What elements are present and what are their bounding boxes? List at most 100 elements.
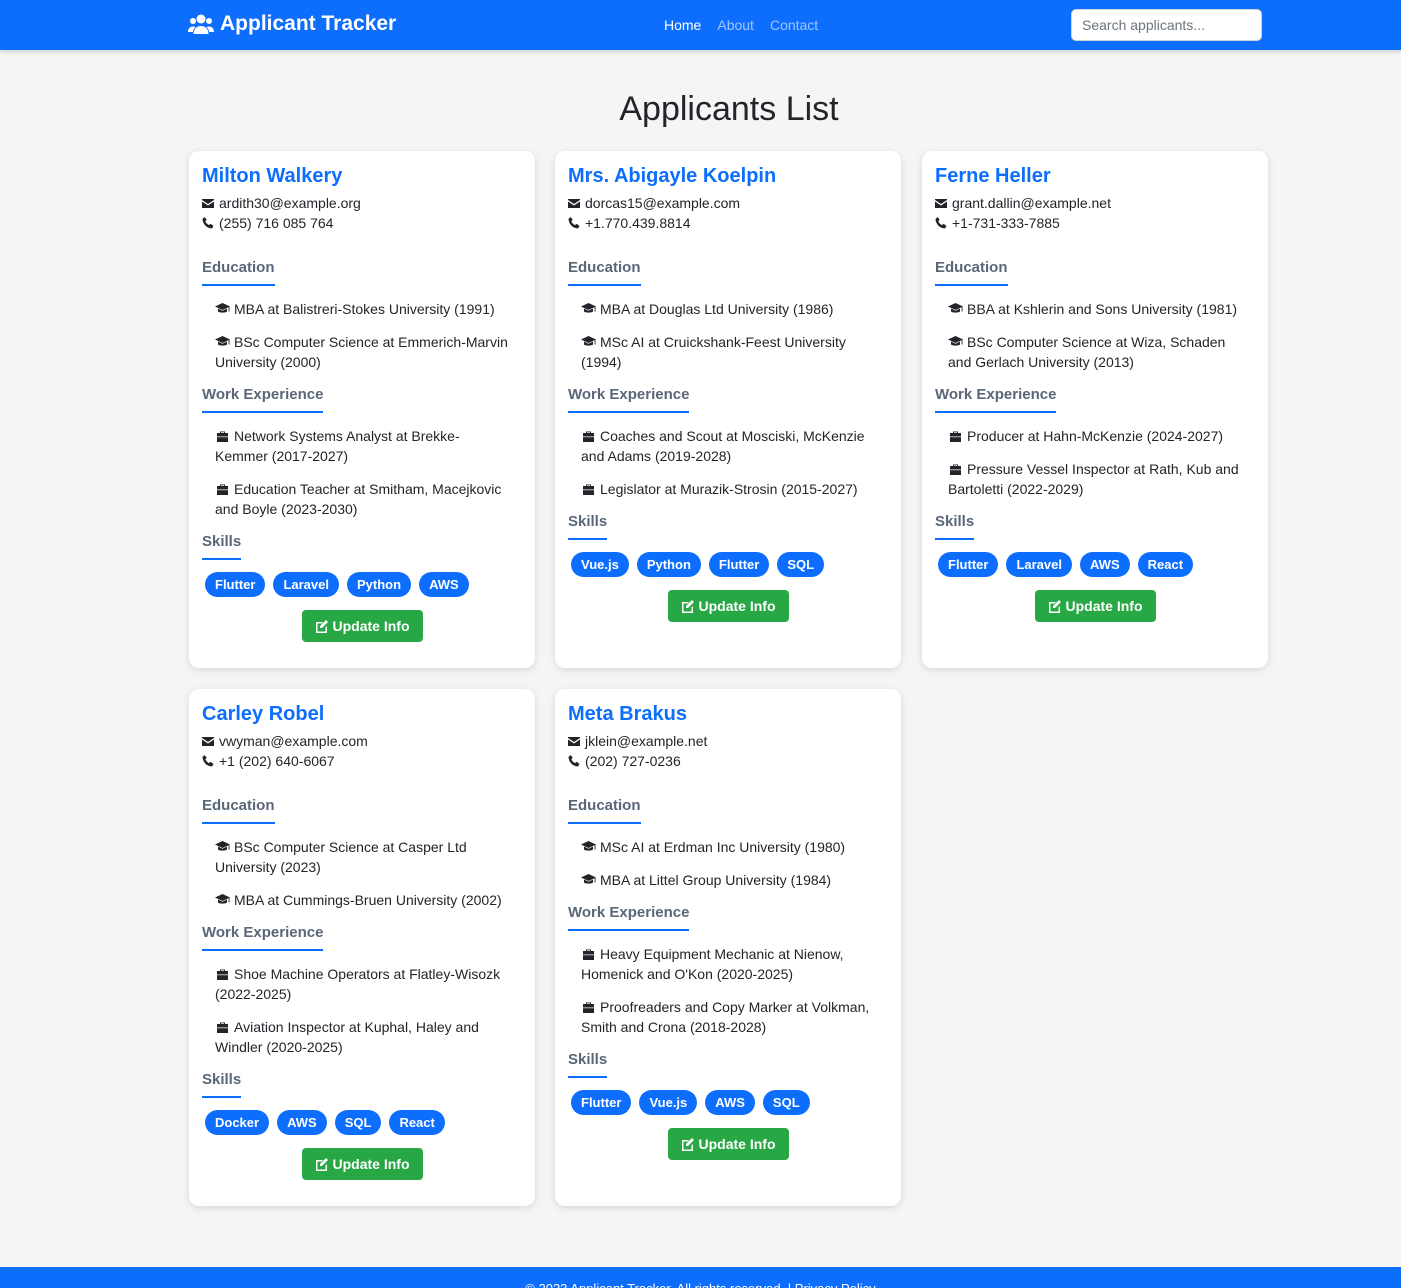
- graduation-cap-icon: [581, 336, 596, 346]
- email-row: dorcas15@example.com: [568, 193, 888, 213]
- brand[interactable]: Applicant Tracker: [188, 12, 396, 36]
- skill-badge: React: [1137, 552, 1194, 577]
- skills-heading: Skills: [568, 513, 608, 540]
- applicant-phone: +1 (202) 640-6067: [219, 753, 335, 769]
- update-wrap: Update Info: [568, 1128, 888, 1160]
- update-info-button[interactable]: Update Info: [301, 1148, 423, 1180]
- skill-badge: Python: [636, 552, 701, 577]
- education-text: MBA at Littel Group University (1984): [600, 872, 832, 888]
- education-list: MBA at Balistreri-Stokes University (199…: [202, 299, 522, 372]
- work-item: Network Systems Analyst at Brekke-Kemmer…: [215, 426, 522, 466]
- education-text: MSc AI at Erdman Inc University (1980): [600, 839, 846, 855]
- applicant-name[interactable]: Mrs. Abigayle Koelpin: [568, 163, 888, 189]
- work-item: Coaches and Scout at Mosciski, McKenzie …: [581, 426, 888, 466]
- work-item: Aviation Inspector at Kuphal, Haley and …: [215, 1017, 522, 1057]
- work-list: Heavy Equipment Mechanic at Nienow, Home…: [568, 944, 888, 1037]
- skills-list: Flutter Laravel Python AWS: [202, 572, 522, 597]
- update-label: Update Info: [332, 618, 410, 634]
- nav-contact[interactable]: Contact: [770, 17, 818, 33]
- work-item: Legislator at Murazik-Strosin (2015-2027…: [581, 479, 888, 499]
- work-heading: Work Experience: [568, 386, 690, 413]
- applicant-name[interactable]: Ferne Heller: [935, 163, 1255, 189]
- nav-about[interactable]: About: [717, 17, 754, 33]
- work-item: Producer at Hahn-McKenzie (2024-2027): [948, 426, 1255, 446]
- work-heading: Work Experience: [568, 904, 690, 931]
- work-item: Pressure Vessel Inspector at Rath, Kub a…: [948, 459, 1255, 499]
- applicant-name[interactable]: Carley Robel: [202, 701, 522, 727]
- applicant-card: Ferne Heller grant.dallin@example.net +1-7…: [922, 151, 1268, 668]
- education-text: BSc Computer Science at Wiza, Schaden an…: [948, 334, 1226, 370]
- applicant-name[interactable]: Meta Brakus: [568, 701, 888, 727]
- applicant-email: vwyman@example.com: [219, 733, 368, 749]
- education-item: MBA at Balistreri-Stokes University (199…: [215, 299, 522, 319]
- phone-icon: [935, 217, 947, 229]
- skills-heading: Skills: [202, 533, 242, 560]
- update-wrap: Update Info: [568, 590, 888, 622]
- education-list: MBA at Douglas Ltd University (1986) MSc …: [568, 299, 888, 372]
- education-heading: Education: [568, 797, 641, 824]
- update-info-button[interactable]: Update Info: [301, 610, 423, 642]
- envelope-icon: [202, 737, 214, 746]
- work-text: Network Systems Analyst at Brekke-Kemmer…: [215, 428, 460, 464]
- update-label: Update Info: [698, 1136, 776, 1152]
- work-item: Shoe Machine Operators at Flatley-Wisozk…: [215, 964, 522, 1004]
- phone-row: (255) 716 085 764: [202, 213, 522, 233]
- skill-badge: React: [389, 1110, 445, 1135]
- edit-icon: [681, 599, 694, 613]
- navbar: Applicant Tracker Home About Contact: [0, 0, 1401, 50]
- envelope-icon: [935, 199, 947, 208]
- envelope-icon: [568, 737, 580, 746]
- work-heading: Work Experience: [202, 386, 324, 413]
- search-input[interactable]: [1071, 9, 1262, 41]
- skill-badge: Flutter: [205, 572, 266, 597]
- email-row: jklein@example.net: [568, 731, 888, 751]
- applicant-card: Mrs. Abigayle Koelpin dorcas15@example.co…: [555, 151, 901, 668]
- education-text: BSc Computer Science at Emmerich-Marvin …: [215, 334, 508, 370]
- applicant-name[interactable]: Milton Walkery: [202, 163, 522, 189]
- work-list: Producer at Hahn-McKenzie (2024-2027) Pre…: [935, 426, 1255, 499]
- work-text: Heavy Equipment Mechanic at Nienow, Home…: [581, 946, 844, 982]
- applicant-card: Carley Robel vwyman@example.com +1 (202) 6…: [189, 689, 535, 1206]
- work-text: Shoe Machine Operators at Flatley-Wisozk…: [215, 966, 501, 1002]
- education-text: BSc Computer Science at Casper Ltd Unive…: [215, 839, 467, 875]
- work-item: Proofreaders and Copy Marker at Volkman,…: [581, 997, 888, 1037]
- graduation-cap-icon: [215, 336, 230, 346]
- update-info-button[interactable]: Update Info: [1034, 590, 1156, 622]
- phone-icon: [202, 217, 214, 229]
- phone-row: +1 (202) 640-6067: [202, 751, 522, 771]
- update-info-button[interactable]: Update Info: [667, 590, 789, 622]
- skill-badge: SQL: [762, 1090, 810, 1115]
- education-text: MBA at Balistreri-Stokes University (199…: [234, 301, 495, 317]
- education-list: BSc Computer Science at Casper Ltd Unive…: [202, 837, 522, 910]
- education-item: MSc AI at Erdman Inc University (1980): [581, 837, 888, 857]
- nav-home[interactable]: Home: [664, 17, 701, 33]
- update-info-button[interactable]: Update Info: [667, 1128, 789, 1160]
- applicant-card: Milton Walkery ardith30@example.org (255) …: [189, 151, 535, 668]
- education-heading: Education: [568, 259, 641, 286]
- work-text: Aviation Inspector at Kuphal, Haley and …: [215, 1019, 479, 1055]
- skills-heading: Skills: [202, 1071, 242, 1098]
- education-item: BSc Computer Science at Casper Ltd Unive…: [215, 837, 522, 877]
- education-text: MSc AI at Cruickshank-Feest University (…: [581, 334, 846, 370]
- applicant-phone: (202) 727-0236: [585, 753, 681, 769]
- skill-badge: Flutter: [938, 552, 999, 577]
- work-list: Coaches and Scout at Mosciski, McKenzie …: [568, 426, 888, 499]
- education-item: MBA at Littel Group University (1984): [581, 870, 888, 890]
- education-item: MBA at Douglas Ltd University (1986): [581, 299, 888, 319]
- applicant-phone: +1.770.439.8814: [585, 215, 691, 231]
- education-item: MSc AI at Cruickshank-Feest University (…: [581, 332, 888, 372]
- phone-row: +1-731-333-7885: [935, 213, 1255, 233]
- update-label: Update Info: [332, 1156, 410, 1172]
- edit-icon: [315, 1157, 328, 1171]
- graduation-cap-icon: [581, 841, 596, 851]
- education-list: MSc AI at Erdman Inc University (1980) MB…: [568, 837, 888, 890]
- skills-list: Flutter Vue.js AWS SQL: [568, 1090, 888, 1115]
- update-wrap: Update Info: [935, 590, 1255, 622]
- envelope-icon: [568, 199, 580, 208]
- briefcase-icon: [217, 969, 228, 980]
- graduation-cap-icon: [215, 303, 230, 313]
- education-heading: Education: [202, 259, 275, 286]
- work-text: Coaches and Scout at Mosciski, McKenzie …: [581, 428, 865, 464]
- skill-badge: Flutter: [571, 1090, 632, 1115]
- briefcase-icon: [950, 431, 961, 442]
